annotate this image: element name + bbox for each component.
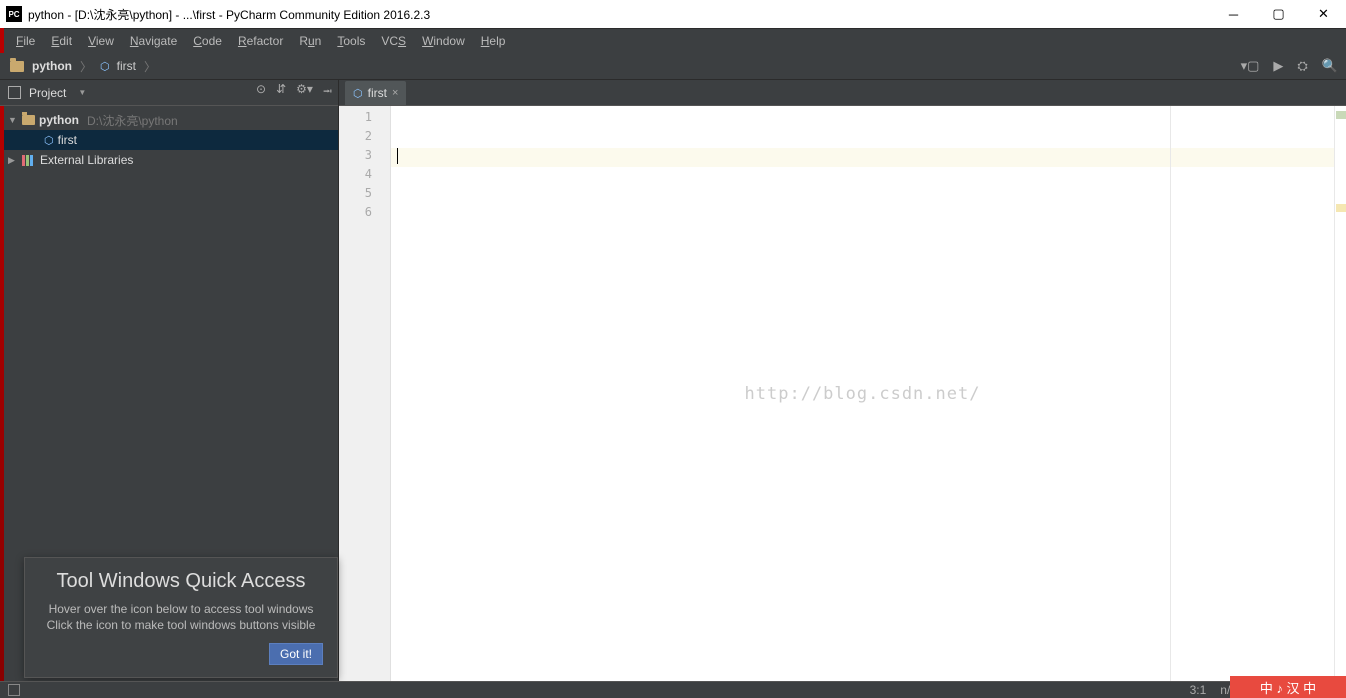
error-stripe[interactable] <box>1334 106 1346 681</box>
menubar: File Edit View Navigate Code Refactor Ru… <box>0 28 1346 53</box>
project-view-dropdown[interactable]: ▼ <box>78 88 86 97</box>
popup-line2: Click the icon to make tool windows butt… <box>39 617 323 633</box>
search-icon[interactable]: 🔍 <box>1322 58 1338 74</box>
marker-warning <box>1336 204 1346 212</box>
folder-icon <box>10 61 24 72</box>
menu-navigate[interactable]: Navigate <box>122 32 185 50</box>
python-file-icon: ⬡ <box>100 60 110 73</box>
popup-title: Tool Windows Quick Access <box>39 570 323 593</box>
app-icon: PC <box>6 6 22 22</box>
tree-file-label: first <box>58 133 77 147</box>
gutter: 1 2 3 4 5 6 <box>339 106 391 681</box>
external-libraries-label: External Libraries <box>40 153 133 167</box>
python-file-icon: ⬡ <box>353 87 363 100</box>
window-title: python - [D:\沈永亮\python] - ...\first - P… <box>28 6 430 23</box>
project-path: D:\沈永亮\python <box>87 112 178 129</box>
settings-icon[interactable]: ⚙▾ <box>296 82 313 103</box>
run-button-icon[interactable]: ▶ <box>1273 58 1283 74</box>
cursor-position: 3:1 <box>1190 683 1207 697</box>
project-panel-title[interactable]: Project <box>29 86 66 100</box>
tool-window-toggle-icon[interactable] <box>8 684 20 696</box>
libraries-icon <box>22 155 36 166</box>
debug-button-icon[interactable]: ⛭ <box>1297 58 1307 74</box>
menu-refactor[interactable]: Refactor <box>230 32 291 50</box>
watermark: http://blog.csdn.net/ <box>745 384 981 404</box>
editor-tabs: ⬡ first × <box>339 80 1346 106</box>
line-number: 3 <box>339 148 390 167</box>
menu-view[interactable]: View <box>80 32 122 50</box>
close-button[interactable]: ✕ <box>1301 0 1346 28</box>
tab-first[interactable]: ⬡ first × <box>345 81 406 105</box>
menu-help[interactable]: Help <box>473 32 514 50</box>
menu-file[interactable]: File <box>8 32 43 50</box>
run-config-dropdown[interactable]: ▾▢ <box>1241 58 1260 74</box>
line-number: 2 <box>339 129 390 148</box>
marker-ok <box>1336 111 1346 119</box>
tab-label: first <box>368 86 387 100</box>
project-name: python <box>39 113 79 127</box>
collapse-all-icon[interactable]: ⊙ <box>256 82 266 103</box>
editor[interactable]: 1 2 3 4 5 6 http://blog.csdn.net/ <box>339 106 1346 681</box>
left-edge-decoration <box>0 28 4 698</box>
minimize-button[interactable]: ─ <box>1211 0 1256 28</box>
hide-panel-icon[interactable]: ⭲ <box>323 82 332 103</box>
tree-root[interactable]: ▼ python D:\沈永亮\python <box>0 110 338 130</box>
python-file-icon: ⬡ <box>44 134 54 147</box>
expand-arrow-icon[interactable]: ▼ <box>8 115 18 125</box>
status-bar: 3:1 n/a UTF-8 ↲ 🔒 <box>0 681 1346 698</box>
maximize-button[interactable]: ▢ <box>1256 0 1301 28</box>
navigation-bar: python 〉 ⬡ first 〉 ▾▢ ▶ ⛭ 🔍 <box>0 53 1346 80</box>
tool-windows-popup: Tool Windows Quick Access Hover over the… <box>24 557 338 678</box>
scroll-from-source-icon[interactable]: ⇵ <box>276 82 286 103</box>
editor-area: ⬡ first × 1 2 3 4 5 6 <box>339 80 1346 681</box>
caret <box>397 148 398 164</box>
menu-edit[interactable]: Edit <box>43 32 80 50</box>
expand-arrow-icon[interactable]: ▶ <box>8 155 18 166</box>
menu-window[interactable]: Window <box>414 32 473 50</box>
popup-line1: Hover over the icon below to access tool… <box>39 601 323 617</box>
project-view-icon <box>8 86 21 99</box>
menu-code[interactable]: Code <box>185 32 230 50</box>
line-number: 1 <box>339 110 390 129</box>
menu-tools[interactable]: Tools <box>329 32 373 50</box>
menu-run[interactable]: Run <box>291 32 329 50</box>
breadcrumb-separator: 〉 <box>80 58 92 75</box>
breadcrumb-project[interactable]: python <box>32 59 72 73</box>
folder-icon <box>22 115 35 125</box>
right-margin-guide <box>1170 106 1171 681</box>
menu-vcs[interactable]: VCS <box>373 32 414 50</box>
breadcrumb-separator: 〉 <box>144 58 156 75</box>
line-number: 4 <box>339 167 390 186</box>
project-tree: ▼ python D:\沈永亮\python ⬡ first ▶ Externa… <box>0 106 338 174</box>
breadcrumb-file[interactable]: first <box>117 59 136 73</box>
code-area[interactable]: http://blog.csdn.net/ <box>391 106 1334 681</box>
close-tab-icon[interactable]: × <box>392 87 398 99</box>
tree-external-libraries[interactable]: ▶ External Libraries <box>0 150 338 170</box>
project-panel-header: Project ▼ ⊙ ⇵ ⚙▾ ⭲ <box>0 80 338 106</box>
tree-file-first[interactable]: ⬡ first <box>0 130 338 150</box>
line-number: 5 <box>339 186 390 205</box>
titlebar: PC python - [D:\沈永亮\python] - ...\first … <box>0 0 1346 28</box>
ime-widget[interactable]: 中 ♪ 汉 中 <box>1230 676 1346 698</box>
line-number: 6 <box>339 205 390 224</box>
got-it-button[interactable]: Got it! <box>269 643 323 665</box>
